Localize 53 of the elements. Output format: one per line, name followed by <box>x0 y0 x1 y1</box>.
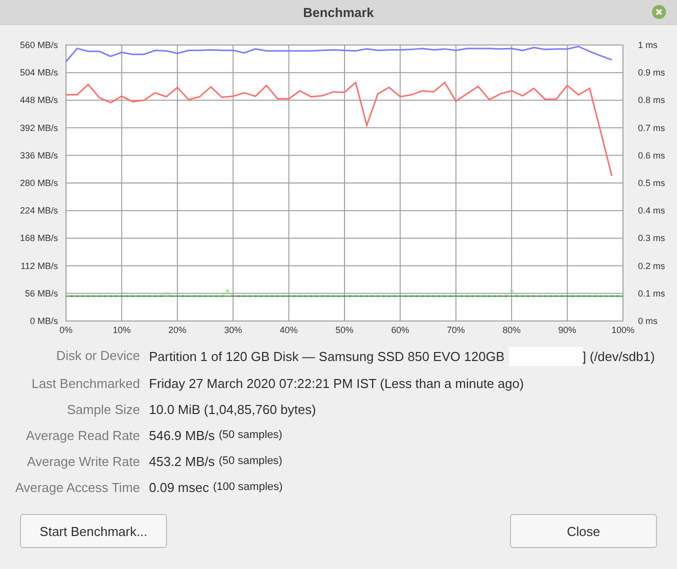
axis-label: 70% <box>446 325 465 335</box>
axis-label: 1 ms <box>638 40 658 50</box>
axis-label: 56 MB/s <box>24 288 58 298</box>
window-title: Benchmark <box>303 4 374 20</box>
field-value: Friday 27 March 2020 07:22:21 PM IST (Less than a minute ago) <box>149 375 524 392</box>
axis-label: 112 MB/s <box>20 260 58 271</box>
axis-label: 168 MB/s <box>20 233 58 244</box>
axis-label: 504 MB/s <box>20 68 58 78</box>
axis-label: 0.8 ms <box>638 95 666 106</box>
axis-label: 0.3 ms <box>638 233 666 244</box>
axis-label: 0.4 ms <box>638 206 666 216</box>
field-label: Sample Size <box>66 401 140 418</box>
axis-label: 0.2 ms <box>638 260 666 271</box>
axis-label: 50% <box>336 325 354 335</box>
axis-label: 0 MB/s <box>30 316 58 326</box>
axis-label: 392 MB/s <box>20 122 58 133</box>
field-label: Average Write Rate <box>26 453 140 470</box>
axis-label: 0.6 ms <box>638 150 666 160</box>
axis-label: 30% <box>224 325 242 335</box>
field-value: Partition 1 of 120 GB Disk — Samsung SSD 850 EVO 120GB <box>149 348 505 365</box>
field-value: 10.0 MiB (1,04,85,760 bytes) <box>149 401 316 418</box>
field-label: Average Access Time <box>14 479 140 496</box>
axis-label: 90% <box>558 325 576 335</box>
axis-label: 0.1 ms <box>638 288 666 298</box>
axis-label: 10% <box>112 325 131 335</box>
field-label: Last Benchmarked <box>30 375 140 392</box>
axis-label: 0.5 ms <box>638 178 666 188</box>
axis-label: 0.9 ms <box>638 68 666 78</box>
axis-label: 0% <box>60 325 72 335</box>
start-benchmark-button[interactable]: Start Benchmark... <box>20 514 167 548</box>
axis-label: 280 MB/s <box>20 178 58 188</box>
sample-count: (50 samples) <box>218 428 282 443</box>
axis-label: 448 MB/s <box>20 95 58 106</box>
close-button[interactable]: Close <box>510 514 657 548</box>
field-value: 0.09 msec <box>149 479 209 496</box>
close-icon[interactable] <box>652 5 666 19</box>
axis-label: 336 MB/s <box>20 150 58 160</box>
axis-label: 100% <box>611 325 635 335</box>
field-value: 453.2 MB/s <box>149 453 215 470</box>
axis-label: 560 MB/s <box>20 40 58 50</box>
axis-label: 224 MB/s <box>20 206 58 216</box>
field-label: Disk or Device <box>55 347 140 365</box>
axis-label: 60% <box>391 325 410 335</box>
axis-label: 80% <box>502 325 521 335</box>
field-label: Average Read Rate <box>25 427 140 444</box>
field-value: 546.9 MB/s <box>149 427 215 444</box>
axis-label: 20% <box>168 325 186 335</box>
axis-label: 40% <box>280 325 298 335</box>
axis-label: 0.7 ms <box>638 122 666 133</box>
axis-label: 0 ms <box>638 316 658 326</box>
sample-count: (50 samples) <box>218 454 282 469</box>
sample-count: (100 samples) <box>212 480 283 495</box>
field-value: ] (/dev/sdb1) <box>582 348 655 365</box>
